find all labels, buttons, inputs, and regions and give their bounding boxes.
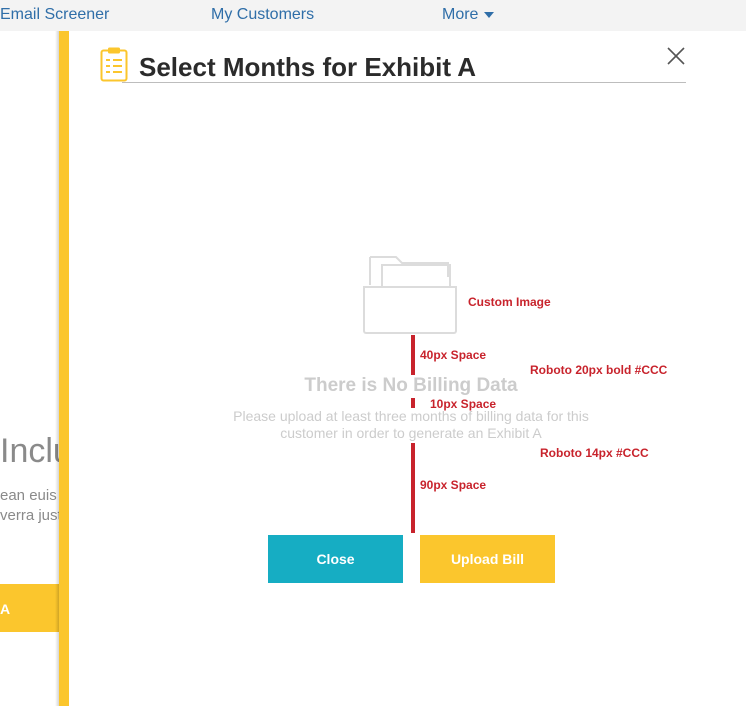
nav-my-customers[interactable]: My Customers [211,6,314,24]
folder-icon [363,256,457,334]
modal-accent-bar [59,31,69,706]
nav-more[interactable]: More [442,6,495,24]
title-divider [122,82,686,83]
annotation-bar-10 [411,398,415,408]
close-button[interactable]: Close [268,535,403,583]
annotation-title-spec: Roboto 20px bold #CCC [530,363,668,377]
empty-state-title: There is No Billing Data [304,375,518,396]
upload-bill-button[interactable]: Upload Bill [420,535,555,583]
nav-more-label: More [442,6,479,23]
empty-state-message: Please upload at least three months of b… [233,408,589,441]
close-icon[interactable] [664,44,688,68]
annotation-space-10: 10px Space [430,397,497,411]
annotation-bar-90 [411,443,415,533]
clipboard-icon [100,47,128,82]
background-text-line-2: verra just [0,507,62,524]
top-nav: Email Screener My Customers More [0,0,746,31]
modal-title: Select Months for Exhibit A [139,52,477,82]
nav-email-screener[interactable]: Email Screener [0,6,109,24]
chevron-down-icon [484,11,495,18]
annotation-space-90: 90px Space [420,478,487,492]
annotation-bar-40 [411,335,415,375]
background-text-line-1: ean euis [0,487,57,504]
annotation-space-40: 40px Space [420,348,487,362]
annotation-custom-image: Custom Image [468,295,551,309]
annotation-body-spec: Roboto 14px #CCC [540,446,649,460]
